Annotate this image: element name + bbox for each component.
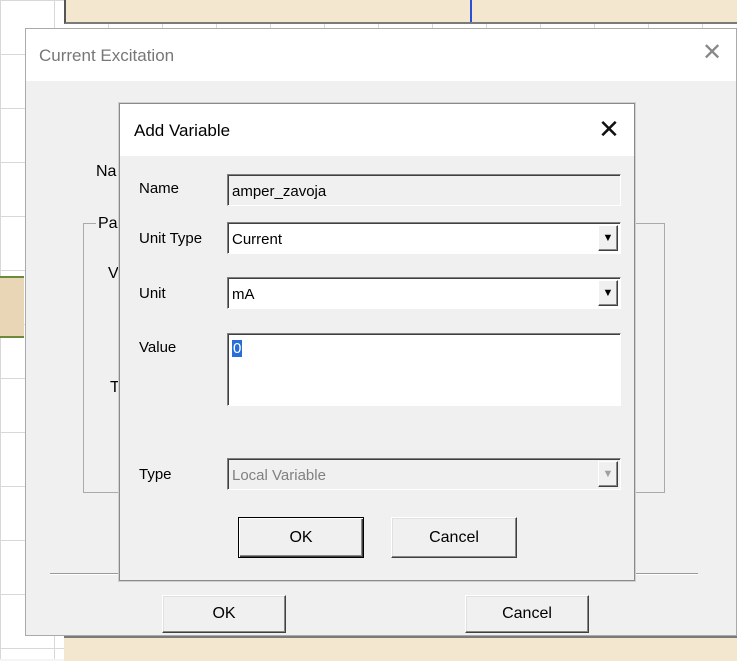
parameters-groupbox-label: Pa xyxy=(96,215,120,233)
unit-type-select[interactable]: Current ▼ xyxy=(227,222,621,254)
cancel-button[interactable]: Cancel xyxy=(391,517,517,558)
name-field[interactable]: amper_zavoja xyxy=(227,174,621,206)
type-select: Local Variable ▼ xyxy=(227,458,621,490)
close-icon[interactable]: ✕ xyxy=(594,114,624,144)
background-blue-line xyxy=(470,0,472,22)
type-label: Type xyxy=(139,466,172,483)
unit-select[interactable]: mA ▼ xyxy=(227,277,621,309)
chevron-down-icon[interactable]: ▼ xyxy=(598,280,618,306)
chevron-down-icon: ▼ xyxy=(598,461,618,487)
add-variable-titlebar[interactable]: Add Variable ✕ xyxy=(120,104,634,156)
current-excitation-titlebar[interactable]: Current Excitation ✕ xyxy=(26,29,736,81)
ok-button[interactable]: OK xyxy=(162,595,286,633)
name-label-fragment: Na xyxy=(96,163,117,180)
name-field-value: amper_zavoja xyxy=(232,183,327,200)
background-bottom-strip xyxy=(64,636,737,661)
value-textarea[interactable]: 0 xyxy=(227,333,621,406)
background-left-strip xyxy=(0,276,24,338)
ok-button[interactable]: OK xyxy=(238,517,364,558)
chevron-down-icon[interactable]: ▼ xyxy=(598,225,618,251)
current-excitation-title: Current Excitation xyxy=(39,46,175,65)
unit-value: mA xyxy=(232,286,255,303)
value-label-fragment: V xyxy=(108,265,119,282)
unit-label: Unit xyxy=(139,285,166,302)
background-top-strip xyxy=(64,0,737,24)
add-variable-title: Add Variable xyxy=(134,121,231,140)
type-value: Local Variable xyxy=(232,467,326,484)
value-text-selected: 0 xyxy=(232,340,243,357)
cancel-button[interactable]: Cancel xyxy=(465,595,589,633)
add-variable-dialog: Add Variable ✕ Name amper_zavoja Unit Ty… xyxy=(119,103,635,581)
value-label: Value xyxy=(139,339,177,356)
close-icon[interactable]: ✕ xyxy=(698,39,726,67)
name-label: Name xyxy=(139,180,180,197)
unit-type-value: Current xyxy=(232,231,283,248)
unit-type-label: Unit Type xyxy=(139,230,203,247)
